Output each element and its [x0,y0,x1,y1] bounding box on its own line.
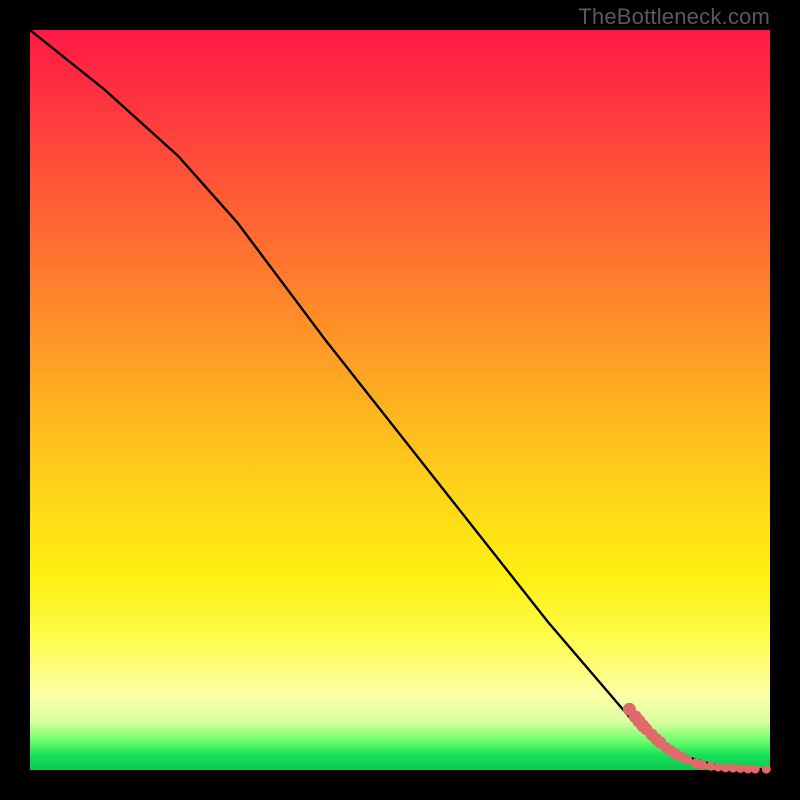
attribution-text: TheBottleneck.com [578,4,770,30]
curve-line [30,30,770,769]
data-point [697,760,707,770]
marker-group [623,703,771,774]
data-point [751,765,760,774]
chart-overlay [30,30,770,770]
chart-frame: TheBottleneck.com [0,0,800,800]
data-point [682,755,692,765]
data-point [762,765,771,774]
